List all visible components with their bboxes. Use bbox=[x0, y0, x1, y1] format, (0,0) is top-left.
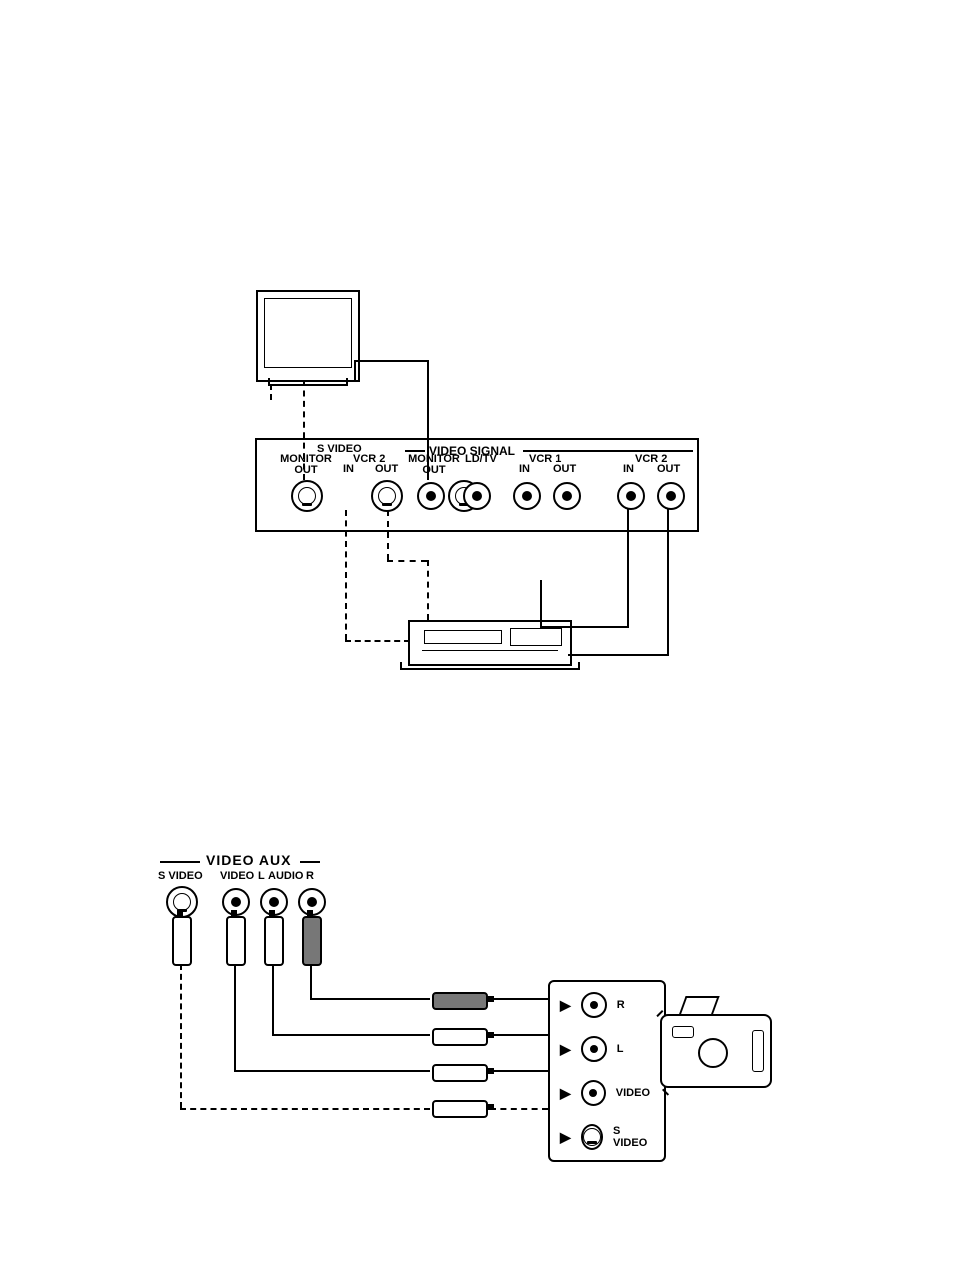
tv-monitor bbox=[256, 290, 360, 382]
cable-solid-tv-v bbox=[427, 360, 429, 480]
label-out-2: OUT bbox=[553, 464, 576, 475]
cable-dashed-tv-v bbox=[303, 380, 305, 480]
page-root: S VIDEO VIDEO SIGNAL MONITOR OUT VCR 2 I… bbox=[0, 0, 954, 1272]
out-row-svideo: ▶ S VIDEO bbox=[560, 1124, 650, 1150]
plug-aux-l bbox=[264, 916, 284, 966]
label-in-2: IN bbox=[519, 464, 530, 475]
cable-l-h bbox=[272, 1034, 430, 1036]
label-in-3: IN bbox=[623, 464, 634, 475]
cable-solid-vcrout-v bbox=[667, 508, 669, 656]
cable-sv-h bbox=[180, 1108, 430, 1110]
tv-stand bbox=[268, 378, 348, 386]
aux-rule-right bbox=[300, 861, 320, 863]
cable-r-h bbox=[310, 998, 430, 1000]
cable-solid-vcrin-v2 bbox=[540, 580, 542, 628]
out-label-video: VIDEO bbox=[616, 1087, 650, 1099]
plug-aux-r bbox=[302, 916, 322, 966]
label-in-1: IN bbox=[343, 464, 354, 475]
label-out-3: OUT bbox=[657, 464, 680, 475]
plug-svideo-right bbox=[432, 1100, 488, 1118]
camcorder bbox=[660, 1014, 772, 1088]
cable-dashed-vcr2-h bbox=[387, 560, 427, 562]
out-jack-l bbox=[581, 1036, 607, 1062]
camcorder-lens bbox=[698, 1038, 728, 1068]
out-jack-svideo bbox=[581, 1124, 603, 1150]
out-row-video: ▶ VIDEO bbox=[560, 1080, 650, 1106]
arrow-icon: ▶ bbox=[560, 1085, 571, 1102]
label-aux-video: VIDEO bbox=[220, 870, 254, 882]
cable-dashed-vcr1 bbox=[345, 510, 347, 640]
plug-r-right bbox=[432, 992, 488, 1010]
plug-video-right bbox=[432, 1064, 488, 1082]
label-ld-tv: LD/TV bbox=[465, 454, 497, 465]
cable-v-v bbox=[234, 964, 236, 1072]
arrow-icon: ▶ bbox=[560, 997, 571, 1014]
cable-r-v bbox=[310, 964, 312, 1000]
jack-ld-tv bbox=[463, 482, 491, 510]
cable-solid-vcrin-v bbox=[627, 508, 629, 628]
jack-svideo-monitor-out bbox=[291, 480, 323, 512]
cable-solid-tv-v2 bbox=[354, 360, 356, 380]
out-jack-r bbox=[581, 992, 607, 1018]
plug-aux-svideo bbox=[172, 916, 192, 966]
out-jack-video bbox=[581, 1080, 606, 1106]
plug-l-right bbox=[432, 1028, 488, 1046]
cable-dashed-vcr1-h bbox=[345, 640, 410, 642]
camera-output-panel: ▶ R ▶ L ▶ VIDEO ▶ S VIDEO bbox=[548, 980, 666, 1162]
cable-solid-vcrin-h bbox=[540, 626, 629, 628]
label-aux-audio: AUDIO bbox=[268, 870, 303, 882]
cable-dashed-tv-stub bbox=[270, 384, 272, 400]
cable-l-h2 bbox=[490, 1034, 548, 1036]
cable-solid-vcrout-h bbox=[568, 654, 669, 656]
label-video-aux: VIDEO AUX bbox=[206, 852, 292, 868]
arrow-icon: ▶ bbox=[560, 1129, 571, 1146]
cable-l-v bbox=[272, 964, 274, 1036]
label-out-1: OUT bbox=[375, 464, 398, 475]
cable-sv-h2 bbox=[490, 1108, 548, 1110]
out-label-svideo: S VIDEO bbox=[613, 1125, 650, 1149]
cable-r-h2 bbox=[490, 998, 548, 1000]
jack-vcr1-out bbox=[553, 482, 581, 510]
out-label-l: L bbox=[617, 1043, 624, 1055]
vcr-base bbox=[400, 662, 580, 670]
cable-sv-v bbox=[180, 964, 182, 1108]
cable-dashed-vcr2 bbox=[387, 510, 389, 560]
jack-vcr2-out bbox=[657, 482, 685, 510]
cable-dashed-vcr2-v bbox=[427, 560, 429, 620]
out-row-l: ▶ L bbox=[560, 1036, 650, 1062]
jack-vcr1-in bbox=[513, 482, 541, 510]
receiver-rear-panel: S VIDEO VIDEO SIGNAL MONITOR OUT VCR 2 I… bbox=[255, 438, 699, 532]
cable-solid-tv-h bbox=[354, 360, 429, 362]
label-aux-r: R bbox=[306, 870, 314, 882]
label-aux-l: L bbox=[258, 870, 265, 882]
out-row-r: ▶ R bbox=[560, 992, 650, 1018]
label-monitor-out-1: MONITOR OUT bbox=[279, 454, 333, 476]
cable-v-h2 bbox=[490, 1070, 548, 1072]
label-monitor-out-2: MONITOR OUT bbox=[407, 454, 461, 476]
plug-aux-video bbox=[226, 916, 246, 966]
cable-v-h bbox=[234, 1070, 430, 1072]
jack-monitor-out bbox=[417, 482, 445, 510]
jack-svideo-vcr2-in bbox=[371, 480, 403, 512]
label-aux-svideo: S VIDEO bbox=[158, 870, 203, 882]
out-label-r: R bbox=[617, 999, 625, 1011]
aux-rule-left bbox=[160, 861, 200, 863]
jack-vcr2-in bbox=[617, 482, 645, 510]
arrow-icon: ▶ bbox=[560, 1041, 571, 1058]
